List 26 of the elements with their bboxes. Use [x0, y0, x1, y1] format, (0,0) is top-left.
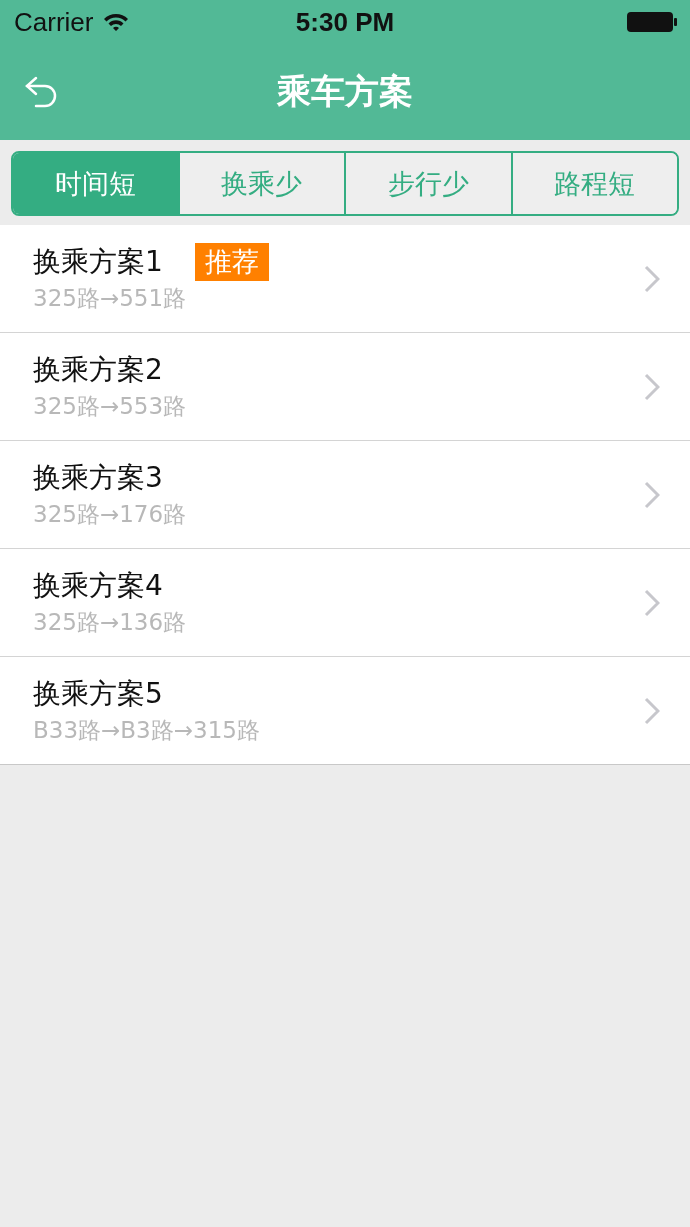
plan-row[interactable]: 换乘方案3 325路→176路 [0, 440, 690, 548]
plan-title: 换乘方案2 [33, 352, 163, 388]
chevron-icon [644, 588, 660, 617]
route-text: 325路→551路 [33, 284, 188, 313]
route-text: B33路→B3路→315路 [33, 716, 261, 745]
plan-title: 换乘方案5 [33, 676, 163, 712]
plan-row[interactable]: 换乘方案1 推荐 325路→551路 [0, 225, 690, 332]
plan-title: 换乘方案3 [33, 460, 163, 496]
chevron-icon [644, 264, 660, 293]
plan-row[interactable]: 换乘方案5 B33路→B3路→315路 [0, 656, 690, 764]
route-text: 325路→553路 [33, 392, 188, 421]
plan-title: 换乘方案4 [33, 568, 163, 604]
wifi-icon [103, 12, 130, 32]
chevron-icon [644, 480, 660, 509]
page-title: 乘车方案 [277, 70, 413, 113]
plan-row[interactable]: 换乘方案4 325路→136路 [0, 548, 690, 656]
route-text: 325路→136路 [33, 608, 188, 637]
status-time: 5:30 PM [295, 6, 395, 38]
chevron-icon [644, 372, 660, 401]
chevron-icon [644, 696, 660, 725]
carrier-label: Carrier [14, 6, 94, 38]
route-text: 325路→176路 [33, 500, 188, 529]
plan-row[interactable]: 换乘方案2 325路→553路 [0, 332, 690, 440]
battery-icon [626, 11, 678, 33]
plan-title: 换乘方案1 [33, 244, 163, 280]
recommended-badge: 推荐 [194, 243, 269, 281]
